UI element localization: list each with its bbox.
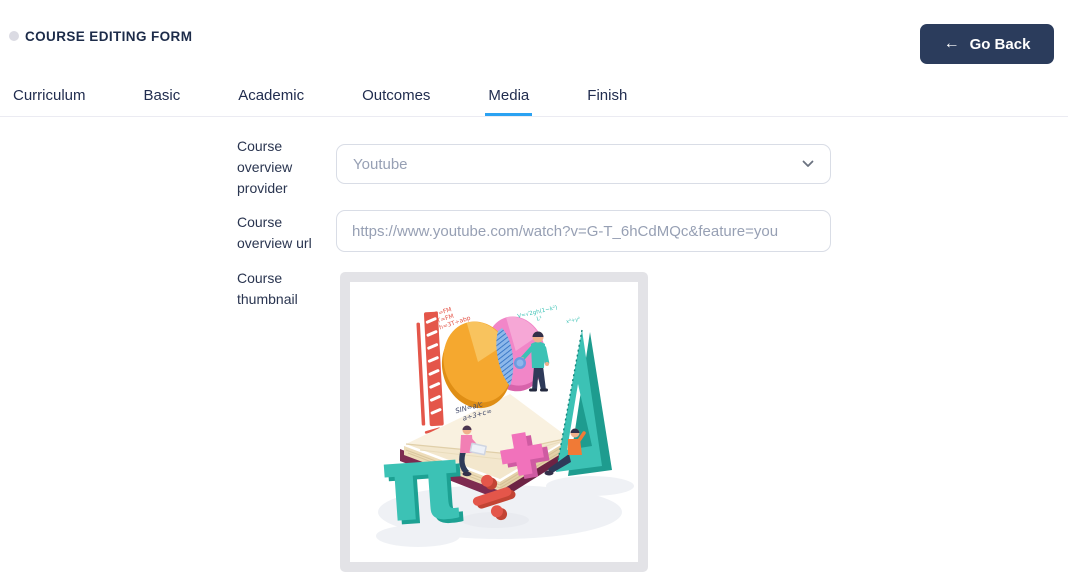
svg-text:π: π — [377, 419, 468, 546]
svg-text:L²: L² — [536, 315, 543, 323]
go-back-button[interactable]: ← Go Back — [920, 24, 1054, 64]
page-title: COURSE EDITING FORM — [25, 29, 192, 44]
go-back-label: Go Back — [970, 36, 1031, 53]
tab-academic[interactable]: Academic — [235, 84, 307, 116]
tab-media[interactable]: Media — [485, 84, 532, 116]
tab-finish[interactable]: Finish — [584, 84, 630, 116]
back-arrow-icon: ← — [944, 36, 960, 52]
tab-outcomes[interactable]: Outcomes — [359, 84, 433, 116]
tab-curriculum[interactable]: Curriculum — [10, 84, 89, 116]
page-root: { "header": { "title": "COURSE EDITING F… — [0, 0, 1068, 565]
thumbnail-field-label: Course thumbnail — [237, 268, 332, 310]
provider-select-value: Youtube — [353, 156, 408, 173]
set-square-shape — [556, 330, 612, 476]
pi-shape: π π — [377, 419, 472, 551]
svg-text:x²+y²: x²+y² — [566, 316, 581, 325]
status-dot-icon — [9, 31, 19, 41]
url-field-label: Course overview url — [237, 212, 332, 254]
provider-field-label: Course overview provider — [237, 136, 332, 199]
provider-select[interactable]: Youtube — [336, 144, 831, 184]
chevron-down-icon — [802, 160, 814, 168]
math-illustration: P=FMT=FMh=3T÷abp V=√2gh(1−k²)L² x²+y² SI… — [350, 282, 638, 566]
course-overview-url-input[interactable] — [336, 210, 831, 252]
course-thumbnail-frame[interactable]: P=FMT=FMh=3T÷abp V=√2gh(1−k²)L² x²+y² SI… — [340, 272, 648, 572]
tab-bar: Curriculum Basic Academic Outcomes Media… — [0, 84, 1068, 117]
tab-basic[interactable]: Basic — [141, 84, 184, 116]
